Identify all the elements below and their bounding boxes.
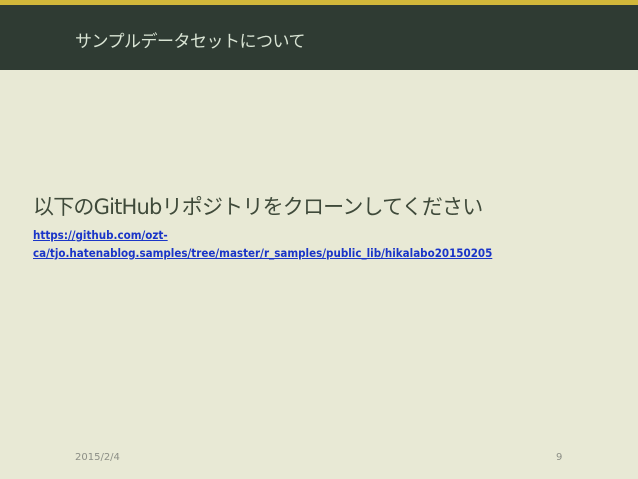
github-repo-link[interactable]: https://github.com/ozt- ca/tjo.hatenablo… — [33, 226, 593, 262]
accent-bar — [0, 0, 638, 5]
slide-title: サンプルデータセットについて — [75, 32, 305, 52]
slide-header: サンプルデータセットについて — [0, 0, 638, 70]
body-heading: 以下のGitHubリポジトリをクローンしてください — [33, 195, 483, 219]
link-line-2: ca/tjo.hatenablog.samples/tree/master/r_… — [33, 246, 493, 260]
page-number: 9 — [556, 452, 563, 463]
slide-date: 2015/2/4 — [75, 452, 120, 463]
slide: サンプルデータセットについて 以下のGitHubリポジトリをクローンしてください… — [0, 0, 638, 479]
link-line-1: https://github.com/ozt- — [33, 228, 168, 242]
